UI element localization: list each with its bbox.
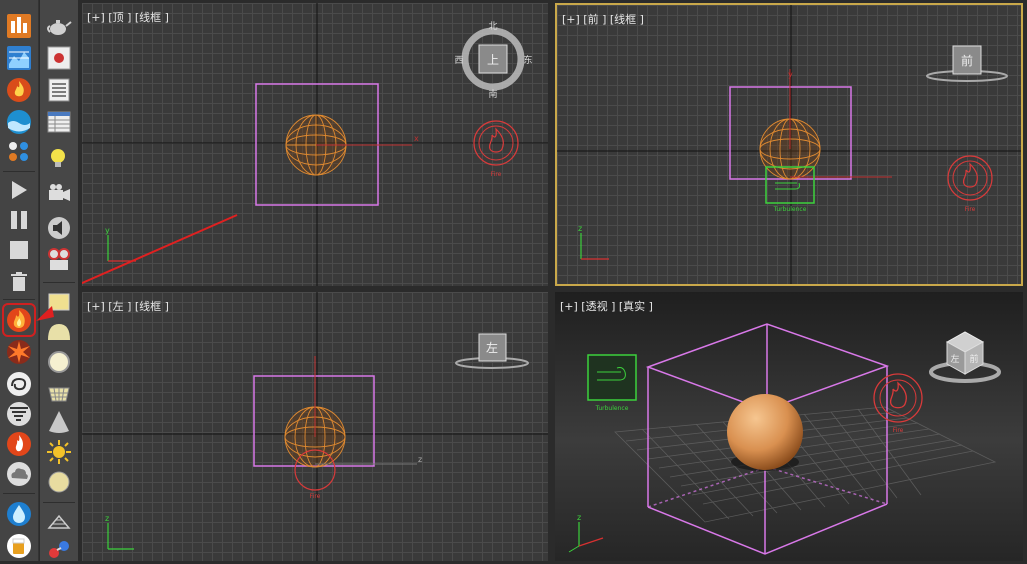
lightbulb-icon[interactable] <box>45 144 73 172</box>
axis-tripod: z <box>578 224 609 260</box>
viewport-front[interactable]: y Turbulence Fire 前 z [+] [前] [线框] <box>555 3 1023 286</box>
svg-text:Fire: Fire <box>310 493 321 500</box>
play-icon[interactable] <box>5 176 33 204</box>
viewport-label[interactable]: [+] [前 ] [线框 ] <box>562 11 644 27</box>
svg-text:z: z <box>578 224 582 233</box>
chart-icon[interactable] <box>5 44 33 72</box>
viewport-label[interactable]: [+] [左 ] [线框 ] <box>87 298 169 314</box>
stop-icon[interactable] <box>5 236 33 264</box>
svg-text:y: y <box>105 226 110 235</box>
fire-gizmo[interactable]: Fire <box>473 120 519 178</box>
compass-west: 西 <box>454 55 463 66</box>
plugin-toolbar <box>0 0 39 561</box>
city-icon[interactable] <box>5 12 33 40</box>
viewport-label[interactable]: [+] [顶 ] [线框 ] <box>87 9 169 25</box>
svg-text:z: z <box>577 513 581 522</box>
basket-icon[interactable] <box>45 378 73 406</box>
fire-effect-icon[interactable] <box>2 303 36 337</box>
viewport-label[interactable]: [+] [透视 ] [真实 ] <box>560 298 653 314</box>
dome-icon[interactable] <box>45 318 73 346</box>
viewport-top[interactable]: x Fire 上 北 南 东 西 y [+] [顶] [线框] <box>82 3 548 286</box>
table-icon[interactable] <box>45 108 73 136</box>
sphere-icon[interactable] <box>45 468 73 496</box>
turbulence-label: Turbulence <box>773 206 807 213</box>
viewport-perspective[interactable]: Turbulence Fire 左 前 z [+] [透视] [真实] <box>555 292 1023 561</box>
axis-tripod: z <box>105 514 134 550</box>
svg-text:Turbulence: Turbulence <box>595 405 629 412</box>
compass-north: 北 <box>488 21 497 32</box>
camera-icon[interactable] <box>45 180 73 208</box>
view-cube[interactable]: 左 前 <box>929 331 1001 383</box>
dots-icon[interactable] <box>5 138 33 166</box>
fire-gizmo[interactable]: Fire <box>873 373 923 434</box>
molecule-icon[interactable] <box>45 536 73 564</box>
cube-face-top: 上 <box>487 53 499 67</box>
axis-tripod: z <box>568 513 604 553</box>
view-compass[interactable]: 上 北 南 东 西 <box>454 21 532 100</box>
fire-gizmo[interactable]: Fire <box>947 155 993 213</box>
speaker-icon[interactable] <box>45 214 73 242</box>
cone-icon[interactable] <box>45 408 73 436</box>
teapot-icon[interactable] <box>45 12 73 40</box>
water-icon[interactable] <box>5 108 33 136</box>
beer-icon[interactable] <box>5 532 33 560</box>
pause-icon[interactable] <box>5 206 33 234</box>
svg-text:z: z <box>105 514 109 523</box>
trash-icon[interactable] <box>5 268 33 296</box>
svg-text:z: z <box>418 455 422 464</box>
svg-text:Fire: Fire <box>965 206 976 213</box>
axis-tripod: y <box>105 226 136 262</box>
cube-face-front: 前 <box>961 53 973 68</box>
compass-east: 东 <box>523 54 532 66</box>
cube-face-front: 前 <box>969 353 978 365</box>
svg-text:y: y <box>788 70 793 79</box>
create-toolbar <box>40 0 78 561</box>
ground-grid <box>614 406 997 523</box>
raindrop-icon[interactable] <box>5 500 33 528</box>
smoke-icon[interactable] <box>5 370 33 398</box>
compass-south: 南 <box>488 88 497 100</box>
explosion-icon[interactable] <box>5 338 33 366</box>
turbulence-gizmo[interactable]: Turbulence <box>587 354 637 412</box>
cube-face-left: 左 <box>950 353 959 365</box>
fire-label: Fire <box>491 171 502 178</box>
viewport-left[interactable]: z Fire 左 z [+] [左 ] [线框 ] <box>82 292 548 561</box>
film-camera-icon[interactable] <box>45 246 73 274</box>
panel-icon[interactable] <box>45 288 73 316</box>
view-cube[interactable]: 前 <box>926 45 1008 82</box>
sun-icon[interactable] <box>45 438 73 466</box>
grid-icon[interactable] <box>45 508 73 536</box>
view-cube[interactable]: 左 <box>455 333 529 369</box>
image-icon[interactable] <box>45 44 73 72</box>
circle-icon[interactable] <box>45 348 73 376</box>
list-icon[interactable] <box>45 76 73 104</box>
fire-icon[interactable] <box>5 76 33 104</box>
svg-text:Fire: Fire <box>893 427 904 434</box>
app-window: x Fire 上 北 南 东 西 y [+] [顶] [线框] y Turb… <box>0 0 1027 561</box>
flame-icon[interactable] <box>5 430 33 458</box>
tornado-icon[interactable] <box>5 400 33 428</box>
cube-face-left: 左 <box>486 340 498 355</box>
cloud-icon[interactable] <box>5 460 33 488</box>
sphere-shaded[interactable] <box>727 394 803 470</box>
axis-label-x: x <box>414 134 419 143</box>
